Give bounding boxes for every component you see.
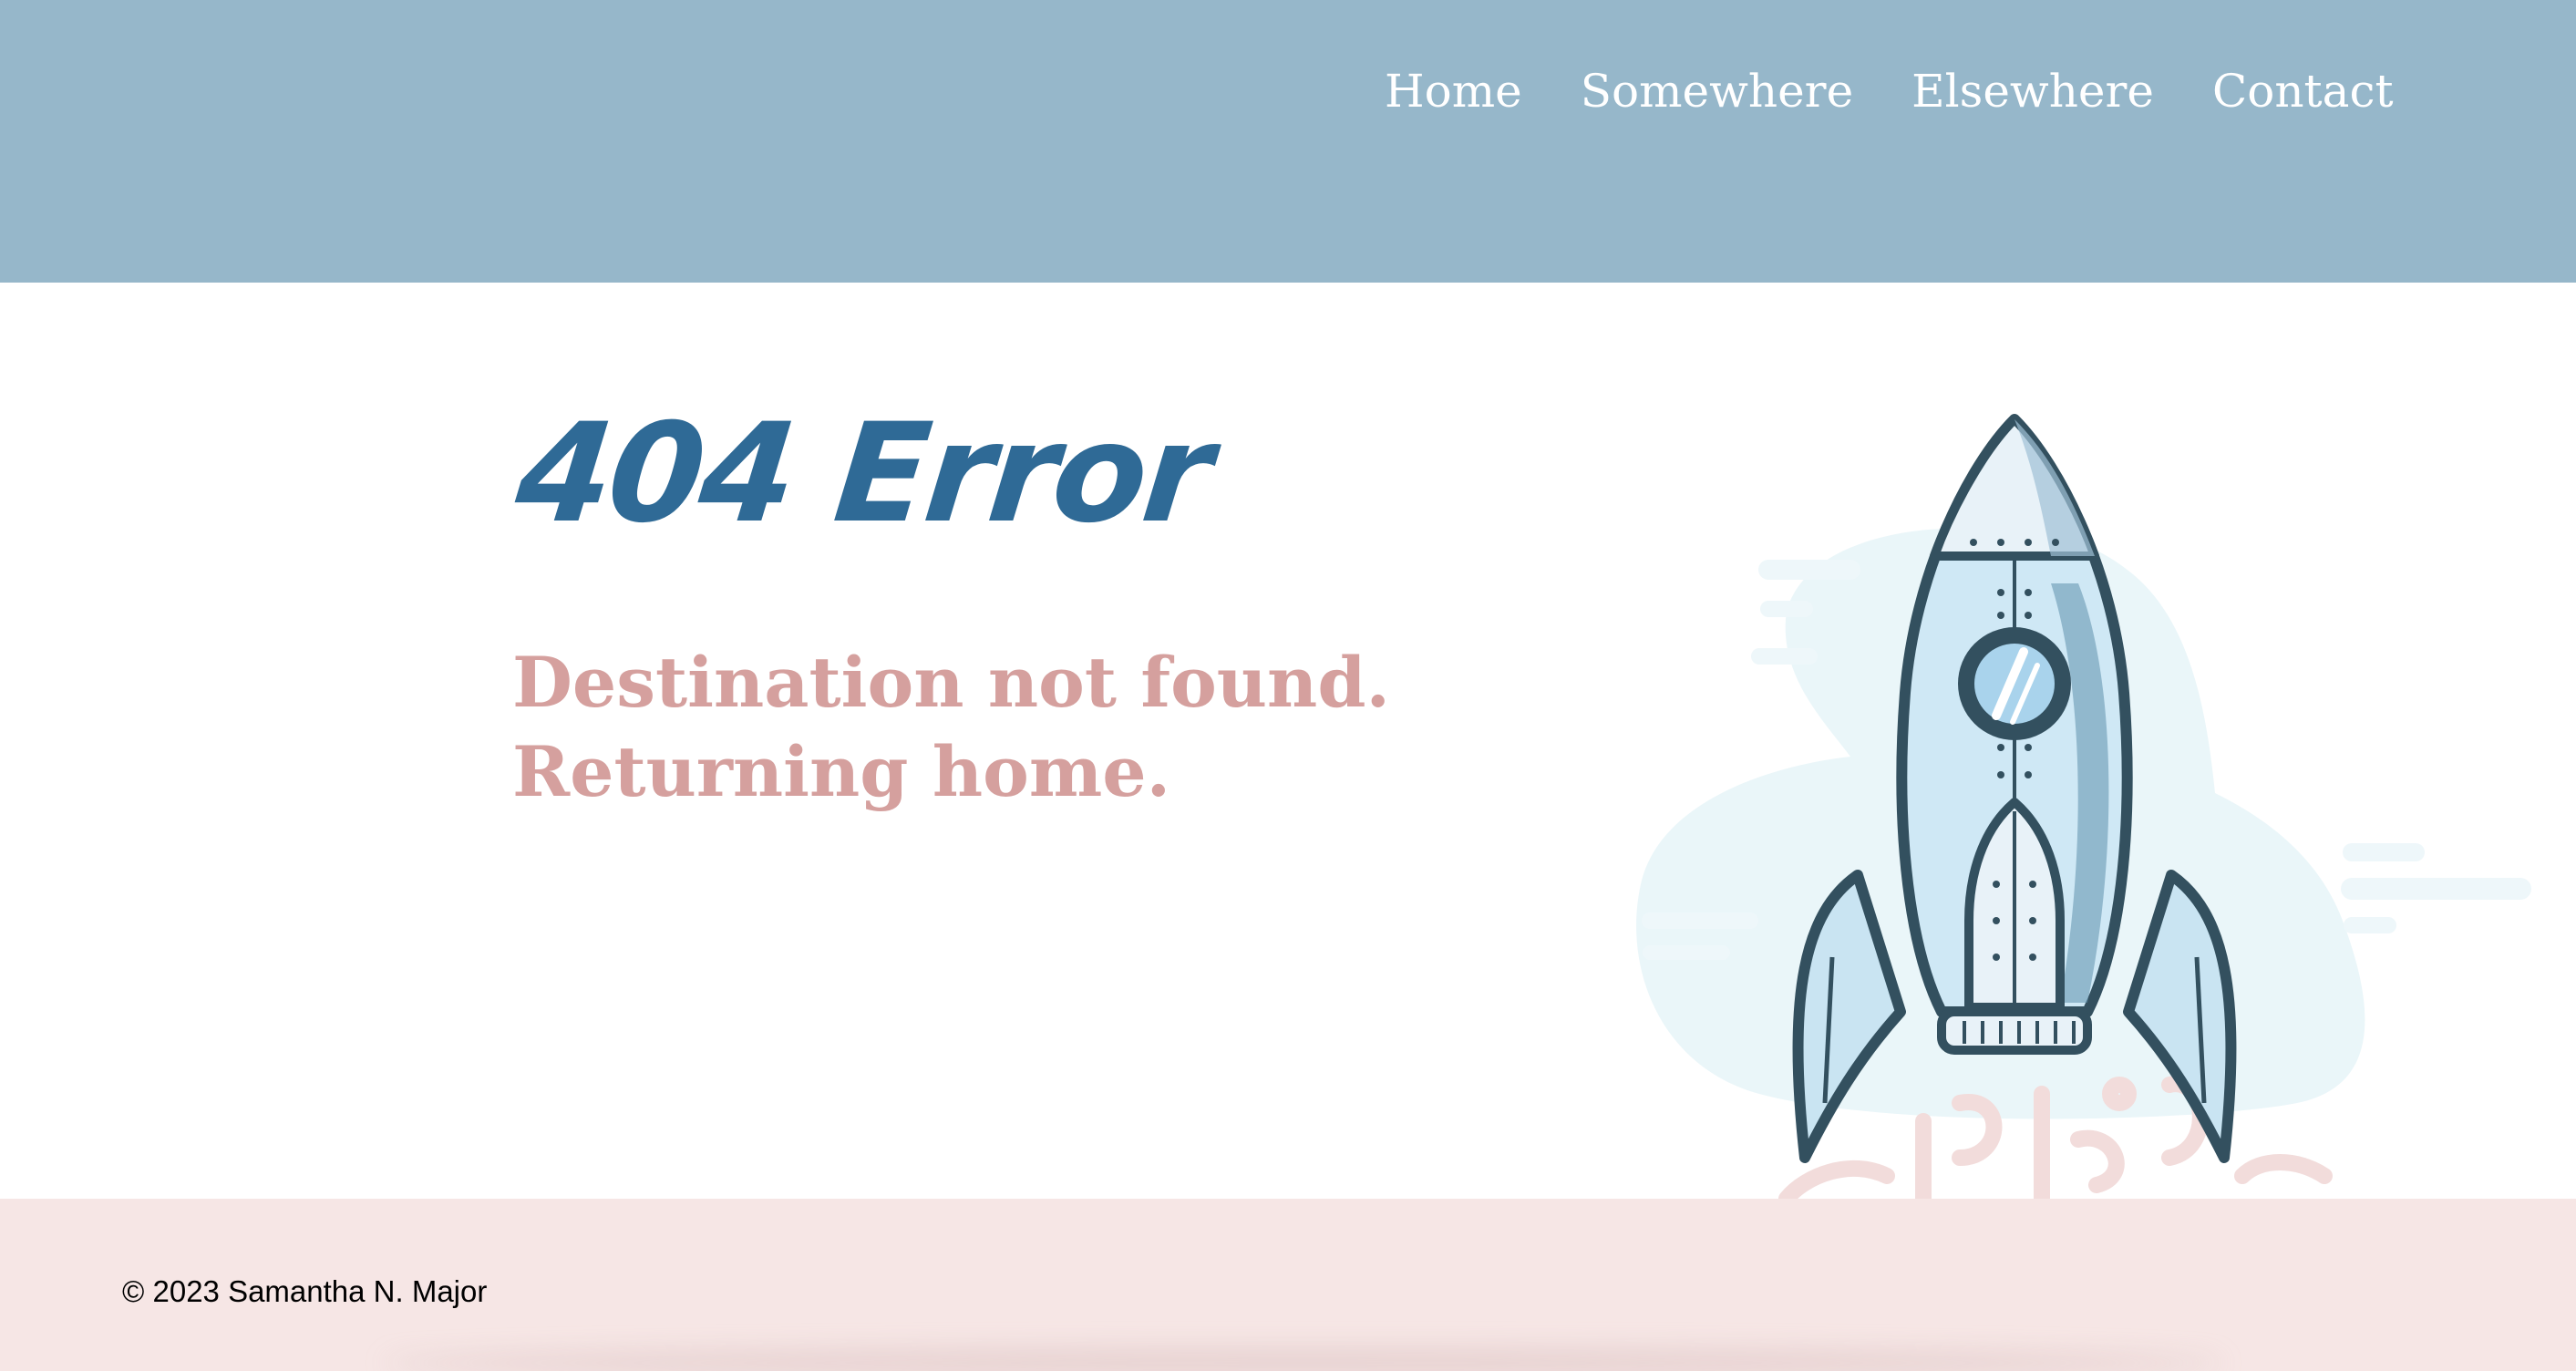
main-nav: Home Somewhere Elsewhere Contact [1385, 58, 2394, 124]
nav-link-contact[interactable]: Contact [2212, 58, 2394, 124]
footer-shadow [383, 1349, 2224, 1371]
error-message-line-1: Destination not found. [512, 642, 1390, 723]
error-message: Destination not found. Returning home. [512, 638, 1390, 817]
nav-link-somewhere[interactable]: Somewhere [1581, 58, 1853, 124]
nav-link-home[interactable]: Home [1385, 58, 1522, 124]
page-title: 404 Error [509, 395, 1216, 553]
nav-link-elsewhere[interactable]: Elsewhere [1911, 58, 2154, 124]
rocket-window [1958, 627, 2071, 740]
site-footer: © 2023 Samantha N. Major [0, 1199, 2576, 1371]
copyright-text: © 2023 Samantha N. Major [122, 1274, 488, 1308]
main-content: 404 Error Destination not found. Returni… [0, 283, 2576, 1199]
rocket-nozzle [1937, 1007, 2092, 1055]
page: Home Somewhere Elsewhere Contact 404 Err… [0, 0, 2576, 1371]
rocket-illustration [1636, 414, 2531, 1199]
site-header: Home Somewhere Elsewhere Contact [0, 0, 2576, 283]
error-message-line-2: Returning home. [512, 731, 1171, 812]
